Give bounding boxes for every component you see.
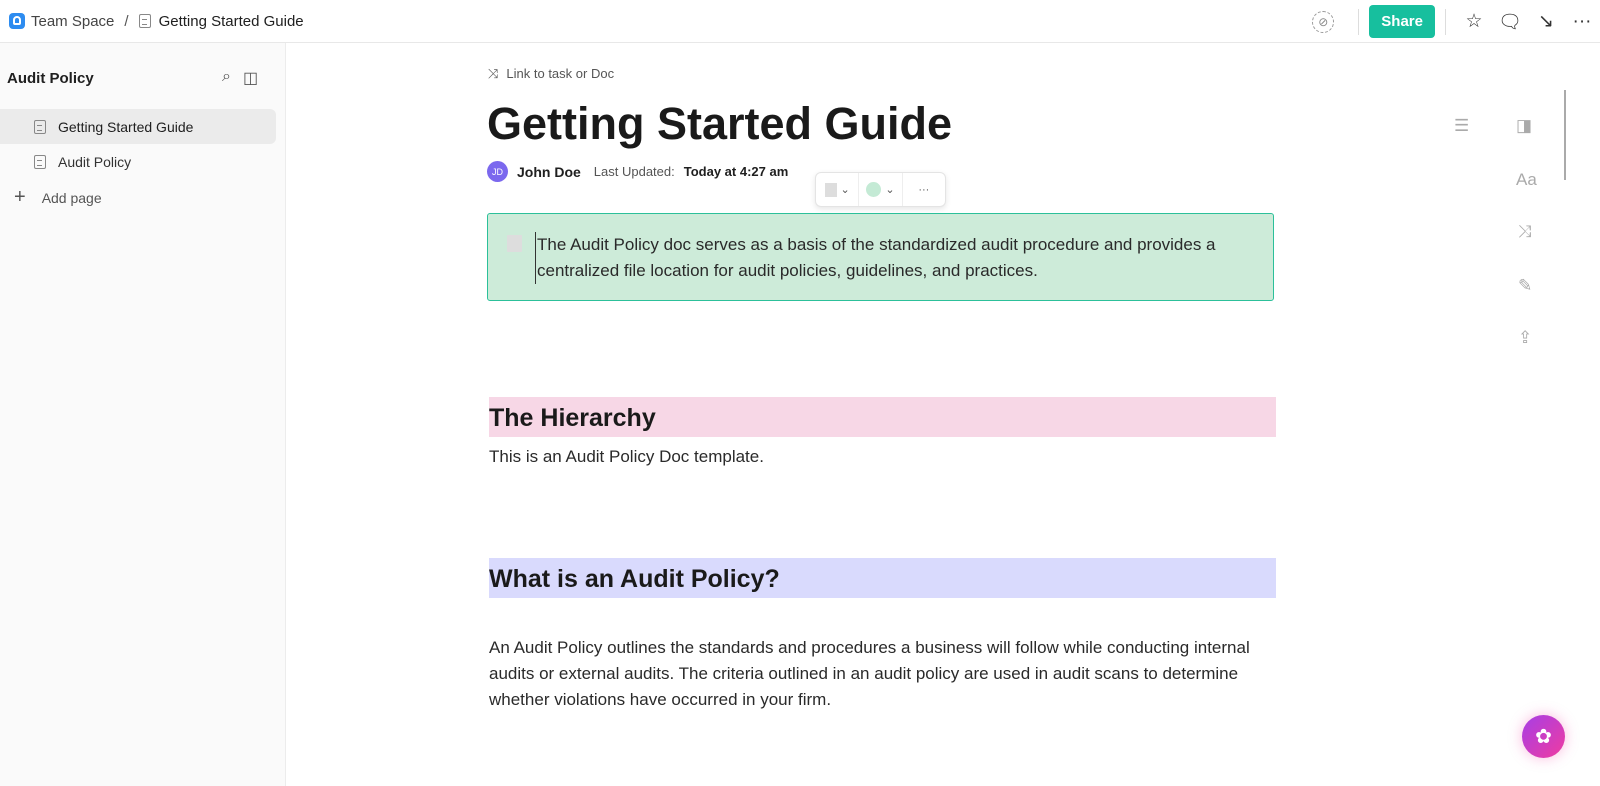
- breadcrumb-space[interactable]: Team Space: [31, 13, 114, 30]
- link-icon[interactable]: ⤨: [1518, 222, 1532, 242]
- top-bar: Team Space / Getting Started Guide ⊘ Sha…: [0, 0, 1600, 43]
- document-icon: [138, 14, 151, 28]
- page-title[interactable]: Getting Started Guide: [487, 98, 952, 150]
- font-icon[interactable]: Aa: [1516, 170, 1537, 190]
- sidebar-item-label: Getting Started Guide: [58, 118, 194, 135]
- share-button[interactable]: Share: [1369, 5, 1435, 38]
- color-picker-button[interactable]: ⌄: [859, 173, 903, 206]
- link-to-task-button[interactable]: ⤨ Link to task or Doc: [488, 66, 614, 82]
- panel-icon[interactable]: ◨: [1516, 116, 1532, 136]
- callout-text[interactable]: The Audit Policy doc serves as a basis o…: [535, 232, 1243, 284]
- document-icon: [34, 119, 46, 134]
- chevron-down-icon: ⌄: [885, 184, 895, 196]
- divider: [1445, 8, 1446, 35]
- last-updated-label: Last Updated:: [593, 164, 675, 179]
- block-format-toolbar: ⌄ ⌄ ···: [815, 172, 946, 207]
- breadcrumb-doc[interactable]: Getting Started Guide: [159, 13, 304, 30]
- add-page-button[interactable]: + Add page: [14, 186, 102, 209]
- chevron-down-icon: ⌄: [840, 184, 850, 196]
- link-label: Link to task or Doc: [506, 66, 615, 81]
- more-options-button[interactable]: ···: [903, 173, 945, 206]
- heading-hierarchy[interactable]: The Hierarchy: [489, 397, 1276, 437]
- breadcrumb-separator: /: [124, 12, 129, 30]
- tag-icon[interactable]: ⊘: [1312, 10, 1335, 33]
- divider: [1358, 8, 1360, 35]
- breadcrumb: Team Space / Getting Started Guide: [9, 13, 304, 30]
- paragraph[interactable]: This is an Audit Policy Doc template.: [489, 444, 1269, 470]
- plus-icon: +: [14, 186, 26, 208]
- link-icon: ⤨: [488, 66, 499, 81]
- sidebar-item-getting-started[interactable]: Getting Started Guide: [0, 109, 276, 144]
- last-updated-value: Today at 4:27 am: [683, 164, 789, 179]
- paragraph[interactable]: An Audit Policy outlines the standards a…: [489, 635, 1269, 713]
- star-icon[interactable]: ☆: [1456, 10, 1492, 33]
- comment-icon[interactable]: 🗨: [1492, 10, 1528, 34]
- search-icon[interactable]: ⌕: [222, 68, 231, 88]
- ai-assistant-button[interactable]: ✿: [1522, 715, 1565, 758]
- avatar[interactable]: JD: [487, 161, 508, 182]
- sidebar-item-label: Audit Policy: [58, 153, 132, 170]
- table-of-contents-icon[interactable]: ☰: [1454, 116, 1469, 136]
- heading-what-is-audit-policy[interactable]: What is an Audit Policy?: [489, 558, 1276, 598]
- sidebar-item-audit-policy[interactable]: Audit Policy: [0, 144, 276, 179]
- document-icon: [34, 154, 46, 169]
- more-icon[interactable]: ···: [1564, 11, 1600, 33]
- magic-wand-icon[interactable]: ✎: [1518, 276, 1532, 296]
- sidebar: Audit Policy ⌕ ◫ Getting Started Guide Au…: [0, 43, 286, 786]
- flower-icon: ✿: [1535, 726, 1552, 748]
- add-page-label: Add page: [41, 189, 102, 206]
- callout-block[interactable]: The Audit Policy doc serves as a basis o…: [487, 213, 1274, 301]
- collapse-icon[interactable]: ↘: [1528, 10, 1564, 33]
- scrollbar[interactable]: [1564, 90, 1566, 180]
- sidebar-toggle-icon[interactable]: ◫: [243, 68, 258, 88]
- team-space-icon: [9, 13, 25, 29]
- emoji-picker-button[interactable]: ⌄: [816, 173, 860, 206]
- author-name: John Doe: [517, 163, 581, 180]
- document-emoji-icon: [507, 235, 522, 252]
- sidebar-title: Audit Policy: [7, 70, 94, 87]
- export-icon[interactable]: ⇪: [1518, 328, 1532, 348]
